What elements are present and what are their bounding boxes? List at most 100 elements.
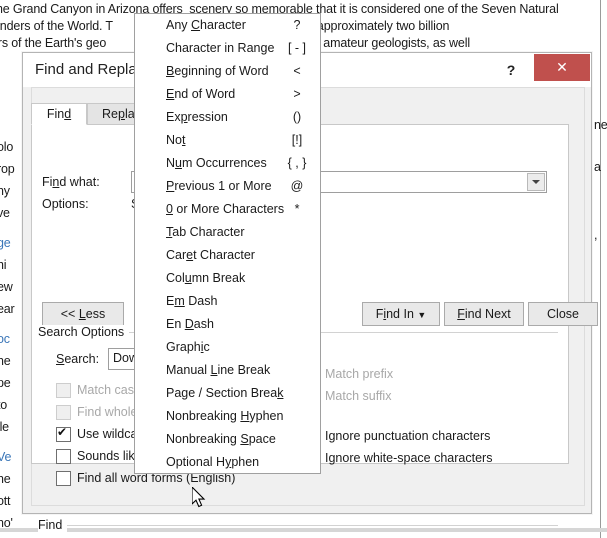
document-text-fragment: no' [0, 516, 13, 530]
checkbox-label: Ignore punctuation characters [325, 429, 491, 443]
menu-item-caret-character[interactable]: Caret Character [135, 244, 320, 267]
checkbox-ignore-white-space-characters[interactable]: Ignore white-space characters [304, 451, 493, 466]
document-text-fragment: ve [0, 206, 10, 220]
menu-item-label: Em Dash [166, 294, 218, 308]
document-text-fragment: ny [0, 184, 10, 198]
menu-item-label: Page / Section Break [166, 386, 284, 400]
less-button[interactable]: << Less [42, 302, 124, 326]
search-options-group-header: Search Options [38, 325, 130, 339]
find-group-header: Find [38, 518, 68, 532]
document-text-fragment: rop [0, 162, 15, 176]
menu-item-label: Expression [166, 110, 228, 124]
menu-item-label: Not [166, 133, 186, 147]
menu-item-code: () [292, 110, 302, 124]
document-text-fragment: ge [0, 236, 11, 250]
menu-item-label: Character in Range [166, 41, 275, 55]
document-text-fragment: ile [0, 420, 9, 434]
menu-item-label: Previous 1 or More [166, 179, 272, 193]
menu-item-any-character[interactable]: Any Character? [135, 14, 320, 37]
find-what-label: Find what: [42, 175, 100, 189]
close-dialog-label: Close [547, 307, 579, 321]
checkbox-ignore-punctuation-characters[interactable]: Ignore punctuation characters [304, 429, 491, 444]
document-text-fragment: , [594, 228, 598, 242]
menu-item-nonbreaking-space[interactable]: Nonbreaking Space [135, 428, 320, 451]
menu-item-label: Manual Line Break [166, 363, 271, 377]
menu-item-label: Nonbreaking Space [166, 432, 276, 446]
menu-item-column-break[interactable]: Column Break [135, 267, 320, 290]
menu-item-label: Graphic [166, 340, 210, 354]
menu-item-label: End of Word [166, 87, 236, 101]
menu-item-label: Optional Hyphen [166, 455, 260, 469]
checkbox-label: Match prefix [325, 367, 394, 381]
screen: he Grand Canyon in Arizona offers scener… [0, 0, 607, 538]
document-text-fragment: hi [0, 258, 7, 272]
document-text-fragment: Ve [0, 450, 12, 464]
document-text-fragment: pe [0, 376, 11, 390]
document-text-fragment: a [594, 160, 601, 174]
menu-item-not[interactable]: Not [!] [135, 129, 320, 152]
menu-item-label: Tab Character [166, 225, 245, 239]
find-next-button[interactable]: Find Next [444, 302, 524, 326]
menu-item-label: Any Character [166, 18, 246, 32]
menu-item-code: [!] [291, 133, 303, 147]
document-text-fragment: oc [0, 332, 10, 346]
menu-item-beginning-of-word[interactable]: Beginning of Word < [135, 60, 320, 83]
menu-item-label: 0 or More Characters [166, 202, 285, 216]
help-button[interactable]: ? [499, 58, 523, 82]
tab-find-label: Find [46, 107, 72, 121]
checkbox-label: Match suffix [325, 389, 392, 403]
options-label: Options: [42, 197, 89, 211]
menu-item-label: En Dash [166, 317, 214, 331]
menu-item-expression[interactable]: Expression () [135, 106, 320, 129]
find-next-label: Find Next [457, 307, 511, 321]
menu-item-label: Nonbreaking Hyphen [166, 409, 284, 423]
document-text-fragment: to [0, 398, 8, 412]
chevron-down-icon[interactable] [527, 173, 545, 191]
menu-item-num-occurrences[interactable]: Num Occurrences { , } [135, 152, 320, 175]
menu-item-code: { , } [287, 156, 307, 170]
document-text-fragment: olo [0, 140, 14, 154]
document-text-fragment: ne [0, 354, 11, 368]
tab-find[interactable]: Find [31, 103, 87, 125]
document-text-fragment: ear [0, 302, 15, 316]
checkbox-label: Match case [77, 383, 141, 397]
menu-item-code: [ - ] [287, 41, 307, 55]
menu-item-previous-1-or-more[interactable]: Previous 1 or More @ [135, 175, 320, 198]
search-direction-label: Search: [56, 352, 100, 366]
menu-item-label: Column Break [166, 271, 246, 285]
document-text-fragment: ew [0, 280, 13, 294]
close-dialog-button[interactable]: Close [528, 302, 598, 326]
menu-item-page-section-break[interactable]: Page / Section Break [135, 382, 320, 405]
close-button[interactable]: ✕ [534, 54, 590, 81]
menu-item-manual-line-break[interactable]: Manual Line Break [135, 359, 320, 382]
document-text-fragment: ne [594, 118, 607, 132]
menu-item-label: Beginning of Word [166, 64, 269, 78]
document-text-fragment: ott [0, 494, 11, 508]
menu-item-code: ? [293, 18, 301, 32]
less-label: << Less [60, 307, 106, 321]
menu-item-graphic[interactable]: Graphic [135, 336, 320, 359]
find-in-label: Find In ▼ [375, 307, 427, 321]
menu-item-label: Num Occurrences [166, 156, 267, 170]
menu-item-character-in-range[interactable]: Character in Range [ - ] [135, 37, 320, 60]
menu-item-optional-hyphen[interactable]: Optional Hyphen [135, 451, 320, 474]
menu-item-code: * [294, 202, 300, 216]
menu-item-code: < [293, 64, 301, 78]
menu-item-code: @ [290, 179, 304, 193]
find-in-button[interactable]: Find In ▼ [362, 302, 440, 326]
menu-item-0-or-more-characters[interactable]: 0 or More Characters * [135, 198, 320, 221]
menu-item-em-dash[interactable]: Em Dash [135, 290, 320, 313]
checkbox-label: Ignore white-space characters [325, 451, 493, 465]
document-margin-line [600, 0, 601, 538]
menu-item-code: > [293, 87, 301, 101]
menu-item-end-of-word[interactable]: End of Word > [135, 83, 320, 106]
checkbox-match-case: Match case [56, 383, 141, 398]
menu-item-label: Caret Character [166, 248, 255, 262]
document-text-fragment: ne [0, 472, 11, 486]
menu-item-tab-character[interactable]: Tab Character [135, 221, 320, 244]
menu-item-en-dash[interactable]: En Dash [135, 313, 320, 336]
special-dropdown-menu[interactable]: Any Character? Character in Range [ - ] Beg… [134, 13, 321, 474]
document-bottom-bar [0, 528, 607, 532]
find-group-rule [38, 525, 558, 526]
menu-item-nonbreaking-hyphen[interactable]: Nonbreaking Hyphen [135, 405, 320, 428]
